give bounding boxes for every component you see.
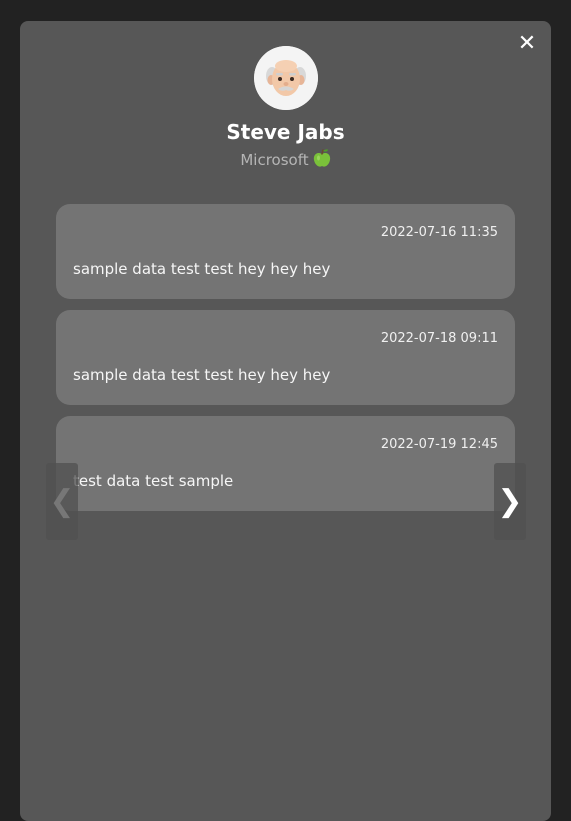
message-timestamp: 2022-07-19 12:45 (380, 437, 498, 452)
message-card: 2022-07-16 11:35 sample data test test h… (56, 204, 515, 299)
message-card: 2022-07-19 12:45 test data test sample (56, 416, 515, 511)
message-text: sample data test test hey hey hey (73, 366, 331, 384)
message-timestamp: 2022-07-18 09:11 (380, 331, 498, 346)
green-apple-icon (313, 148, 331, 174)
profile-company: Microsoft (20, 148, 551, 174)
next-arrow-icon[interactable]: ❯ (494, 463, 526, 540)
previous-arrow-icon[interactable]: ❮ (46, 463, 78, 540)
message-text: test data test sample (73, 472, 234, 490)
company-label: Microsoft (240, 151, 309, 169)
message-timestamp: 2022-07-16 11:35 (380, 225, 498, 240)
avatar (254, 46, 318, 110)
profile-modal: ✕ Steve Jabs Microsoft 2022-07-16 11:35 … (20, 21, 551, 821)
message-card: 2022-07-18 09:11 sample data test test h… (56, 310, 515, 405)
message-text: sample data test test hey hey hey (73, 260, 331, 278)
old-man-emoji-icon (254, 46, 318, 110)
close-icon[interactable]: ✕ (517, 33, 537, 55)
profile-name: Steve Jabs (226, 120, 345, 144)
